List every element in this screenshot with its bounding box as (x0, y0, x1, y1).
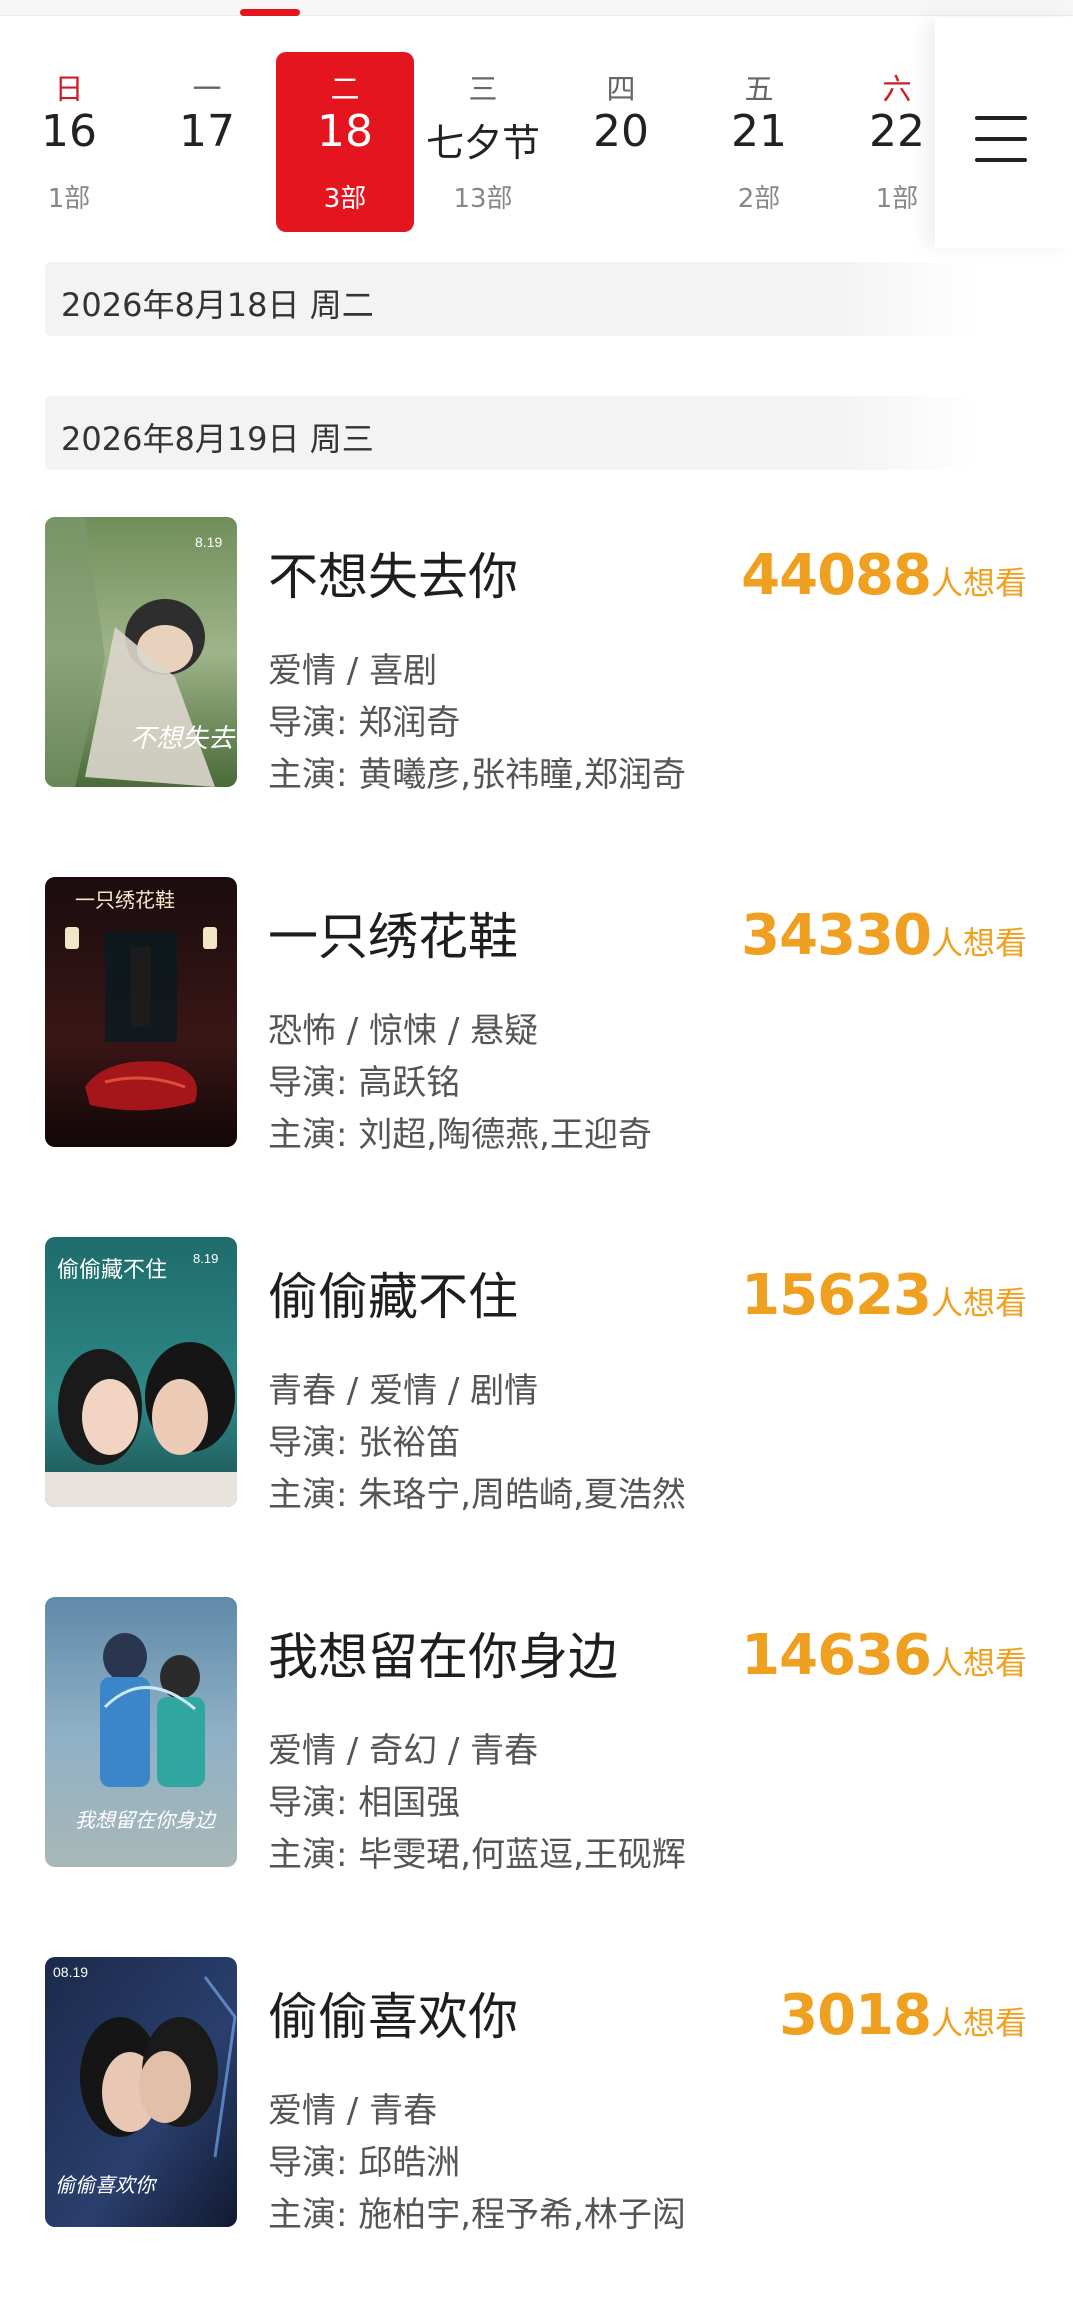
want-to-watch-count: 44088人想看 (741, 543, 1027, 608)
svg-text:不想失去你: 不想失去你 (130, 724, 237, 754)
want-label: 人想看 (930, 2004, 1027, 2042)
date-header: 2026年8月18日 周二 (45, 262, 975, 336)
want-to-watch-count: 3018人想看 (779, 1983, 1027, 2048)
want-number: 15623 (741, 1263, 932, 1328)
want-number: 34330 (741, 903, 932, 968)
movie-director: 导演: 相国强 (268, 1783, 461, 1823)
movie-item[interactable]: 08.19 偷偷喜欢你 偷偷喜欢你 3018人想看 爱情 / 青春 导演: 邱皓… (0, 1957, 1073, 2237)
movie-item[interactable]: 我想留在你身边 我想留在你身边 14636人想看 爱情 / 奇幻 / 青春 导演… (0, 1597, 1073, 1877)
want-label: 人想看 (930, 1284, 1027, 1322)
want-to-watch-count: 14636人想看 (741, 1623, 1027, 1688)
want-label: 人想看 (930, 1644, 1027, 1682)
top-strip (0, 0, 1073, 16)
date-header: 2026年8月19日 周三 (45, 396, 975, 470)
svg-text:8.19: 8.19 (193, 1251, 218, 1266)
movie-cast: 主演: 黄曦彦,张祎瞳,郑润奇 (268, 755, 686, 795)
movie-poster[interactable]: 一只绣花鞋 (45, 877, 237, 1147)
movie-count: 2部 (737, 184, 781, 214)
weekday-label: 日 (54, 72, 84, 106)
movie-count: 3部 (323, 184, 367, 214)
menu-icon[interactable] (975, 116, 1027, 162)
festival-label: 七夕节 (425, 121, 540, 165)
movie-director: 导演: 邱皓洲 (268, 2143, 461, 2183)
movie-cast: 主演: 毕雯珺,何蓝逗,王砚辉 (268, 1835, 686, 1875)
movie-item[interactable]: 8.19 不想失去你 不想失去你 44088人想看 爱情 / 喜剧 导演: 郑润… (0, 517, 1073, 797)
movie-poster[interactable]: 08.19 偷偷喜欢你 (45, 1957, 237, 2227)
date-number: 18 (317, 106, 373, 157)
want-to-watch-count: 34330人想看 (741, 903, 1027, 968)
weekday-label: 二 (330, 72, 360, 106)
movie-genre: 爱情 / 奇幻 / 青春 (268, 1731, 539, 1771)
movie-title[interactable]: 偷偷藏不住 (268, 1257, 518, 1329)
svg-text:一只绣花鞋: 一只绣花鞋 (75, 888, 175, 912)
movie-cast: 主演: 施柏宇,程予希,林子闳 (268, 2195, 686, 2235)
date-header-label: 2026年8月18日 周二 (61, 286, 374, 324)
movie-genre: 青春 / 爱情 / 剧情 (268, 1371, 539, 1411)
movie-genre: 恐怖 / 惊悚 / 悬疑 (268, 1011, 539, 1051)
svg-text:偷偷藏不住: 偷偷藏不住 (57, 1258, 167, 1283)
movie-genre: 爱情 / 喜剧 (268, 651, 438, 691)
movie-director: 导演: 郑润奇 (268, 703, 461, 743)
day-19[interactable]: 三 七夕节 13部 (414, 52, 552, 232)
movie-item[interactable]: 一只绣花鞋 一只绣花鞋 34330人想看 恐怖 / 惊悚 / 悬疑 导演: 高跃… (0, 877, 1073, 1157)
date-number: 16 (41, 106, 97, 157)
weekday-label: 一 (192, 72, 222, 106)
menu-button[interactable] (935, 18, 1073, 248)
day-20[interactable]: 四 20 (552, 52, 690, 232)
week-date-selector: 日 16 1部 一 17 二 18 3部 三 七夕节 13部 四 20 五 21… (0, 18, 1073, 248)
movie-poster[interactable]: 偷偷藏不住 8.19 (45, 1237, 237, 1507)
movie-count: 1部 (47, 184, 91, 214)
weekday-label: 五 (744, 72, 774, 106)
want-label: 人想看 (930, 924, 1027, 962)
day-16[interactable]: 日 16 1部 (0, 52, 138, 232)
weekday-label: 三 (468, 72, 498, 106)
movie-title[interactable]: 偷偷喜欢你 (268, 1977, 518, 2049)
day-21[interactable]: 五 21 2部 (690, 52, 828, 232)
svg-text:08.19: 08.19 (53, 1964, 88, 1980)
movie-genre: 爱情 / 青春 (268, 2091, 438, 2131)
movie-title[interactable]: 我想留在你身边 (268, 1617, 618, 1689)
want-number: 3018 (779, 1983, 932, 2048)
want-number: 14636 (741, 1623, 932, 1688)
movie-item[interactable]: 偷偷藏不住 8.19 偷偷藏不住 15623人想看 青春 / 爱情 / 剧情 导… (0, 1237, 1073, 1517)
movie-poster[interactable]: 8.19 不想失去你 (45, 517, 237, 787)
date-number: 20 (593, 106, 649, 157)
movie-director: 导演: 张裕笛 (268, 1423, 461, 1463)
movie-director: 导演: 高跃铭 (268, 1063, 461, 1103)
want-to-watch-count: 15623人想看 (741, 1263, 1027, 1328)
day-17[interactable]: 一 17 (138, 52, 276, 232)
svg-text:8.19: 8.19 (195, 534, 222, 550)
movie-cast: 主演: 朱珞宁,周皓崎,夏浩然 (268, 1475, 686, 1515)
day-18-selected[interactable]: 二 18 3部 (276, 52, 414, 232)
want-number: 44088 (741, 543, 932, 608)
date-number: 17 (179, 106, 235, 157)
active-tab-indicator (240, 9, 300, 16)
date-number: 21 (731, 106, 787, 157)
movie-poster[interactable]: 我想留在你身边 (45, 1597, 237, 1867)
movie-cast: 主演: 刘超,陶德燕,王迎奇 (268, 1115, 652, 1155)
movie-title[interactable]: 一只绣花鞋 (268, 897, 518, 969)
weekday-label: 四 (606, 72, 636, 106)
movie-title[interactable]: 不想失去你 (268, 537, 518, 609)
want-label: 人想看 (930, 564, 1027, 602)
svg-text:偷偷喜欢你: 偷偷喜欢你 (55, 2173, 158, 2197)
svg-text:我想留在你身边: 我想留在你身边 (75, 1808, 217, 1832)
date-header-label: 2026年8月19日 周三 (61, 420, 374, 458)
movie-count: 13部 (453, 184, 513, 214)
